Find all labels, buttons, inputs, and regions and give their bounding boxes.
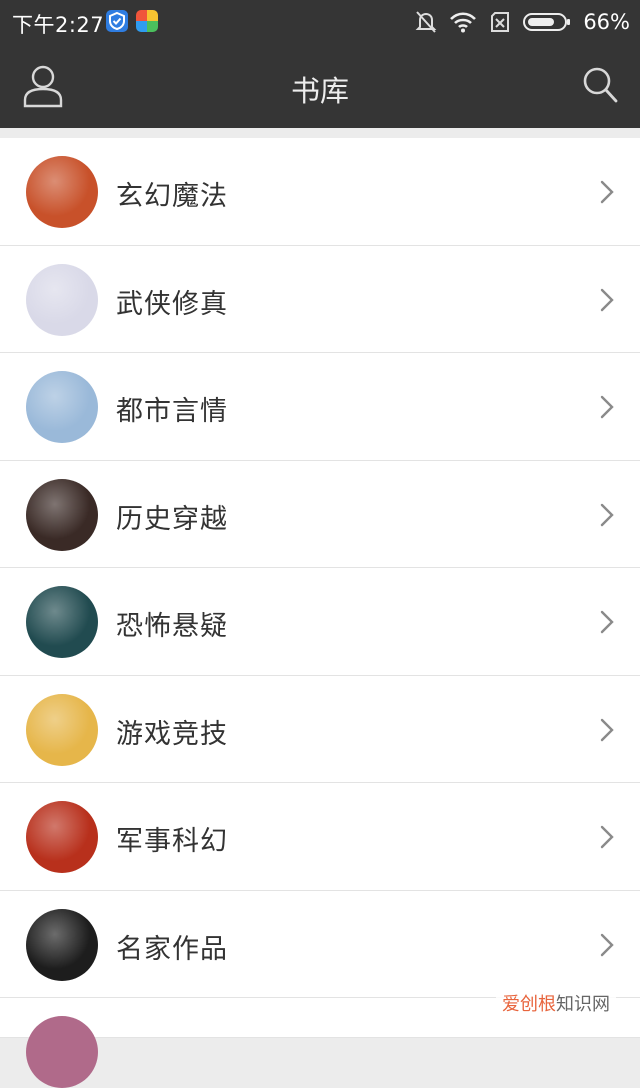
category-label: 军事科幻 [116, 819, 228, 858]
category-label: 恐怖悬疑 [116, 604, 228, 643]
watermark: 爱创根知识网 [496, 988, 616, 1018]
watermark-part2: 知识网 [556, 994, 610, 1015]
category-label: 历史穿越 [116, 497, 228, 536]
category-cover-image [26, 909, 98, 981]
category-row[interactable]: 恐怖悬疑 [0, 568, 640, 676]
wifi-icon [449, 11, 477, 33]
category-cover-image [26, 371, 98, 443]
sim-cross-icon [489, 11, 511, 33]
chevron-right-icon [600, 395, 614, 419]
shield-app-icon [106, 10, 128, 32]
category-cover-image [26, 586, 98, 658]
category-label: 名家作品 [116, 927, 228, 966]
status-bar: 下午2:27 66% [0, 0, 640, 44]
page-title: 书库 [0, 68, 640, 110]
category-row[interactable]: 名家作品 [0, 891, 640, 999]
battery-percentage: 66% [583, 10, 630, 34]
category-cover-image [26, 694, 98, 766]
status-time: 下午2:27 [12, 9, 104, 39]
category-row[interactable]: 军事科幻 [0, 783, 640, 891]
category-row[interactable]: 都市言情 [0, 353, 640, 461]
category-list: 玄幻魔法武侠修真都市言情历史穿越恐怖悬疑游戏竞技军事科幻名家作品 [0, 138, 640, 1038]
category-row[interactable]: 玄幻魔法 [0, 138, 640, 246]
category-label: 都市言情 [116, 389, 228, 428]
bell-muted-icon [415, 10, 437, 34]
category-row[interactable]: 历史穿越 [0, 461, 640, 569]
search-icon[interactable] [582, 66, 618, 104]
status-indicators: 66% [415, 0, 630, 44]
category-label: 游戏竞技 [116, 712, 228, 751]
category-label: 武侠修真 [116, 282, 228, 321]
colorful-app-icon [136, 10, 158, 32]
chevron-right-icon [600, 288, 614, 312]
chevron-right-icon [600, 610, 614, 634]
chevron-right-icon [600, 180, 614, 204]
category-row[interactable]: 游戏竞技 [0, 676, 640, 784]
category-label: 玄幻魔法 [116, 174, 228, 213]
category-row[interactable]: 武侠修真 [0, 246, 640, 354]
top-navigation-bar: 书库 [0, 44, 640, 128]
category-cover-image [26, 1016, 98, 1088]
category-cover-image [26, 801, 98, 873]
battery-icon [523, 11, 571, 33]
chevron-right-icon [600, 825, 614, 849]
chevron-right-icon [600, 718, 614, 742]
chevron-right-icon [600, 503, 614, 527]
category-cover-image [26, 264, 98, 336]
category-cover-image [26, 156, 98, 228]
chevron-right-icon [600, 933, 614, 957]
category-cover-image [26, 479, 98, 551]
watermark-part1: 爱创根 [502, 994, 556, 1015]
